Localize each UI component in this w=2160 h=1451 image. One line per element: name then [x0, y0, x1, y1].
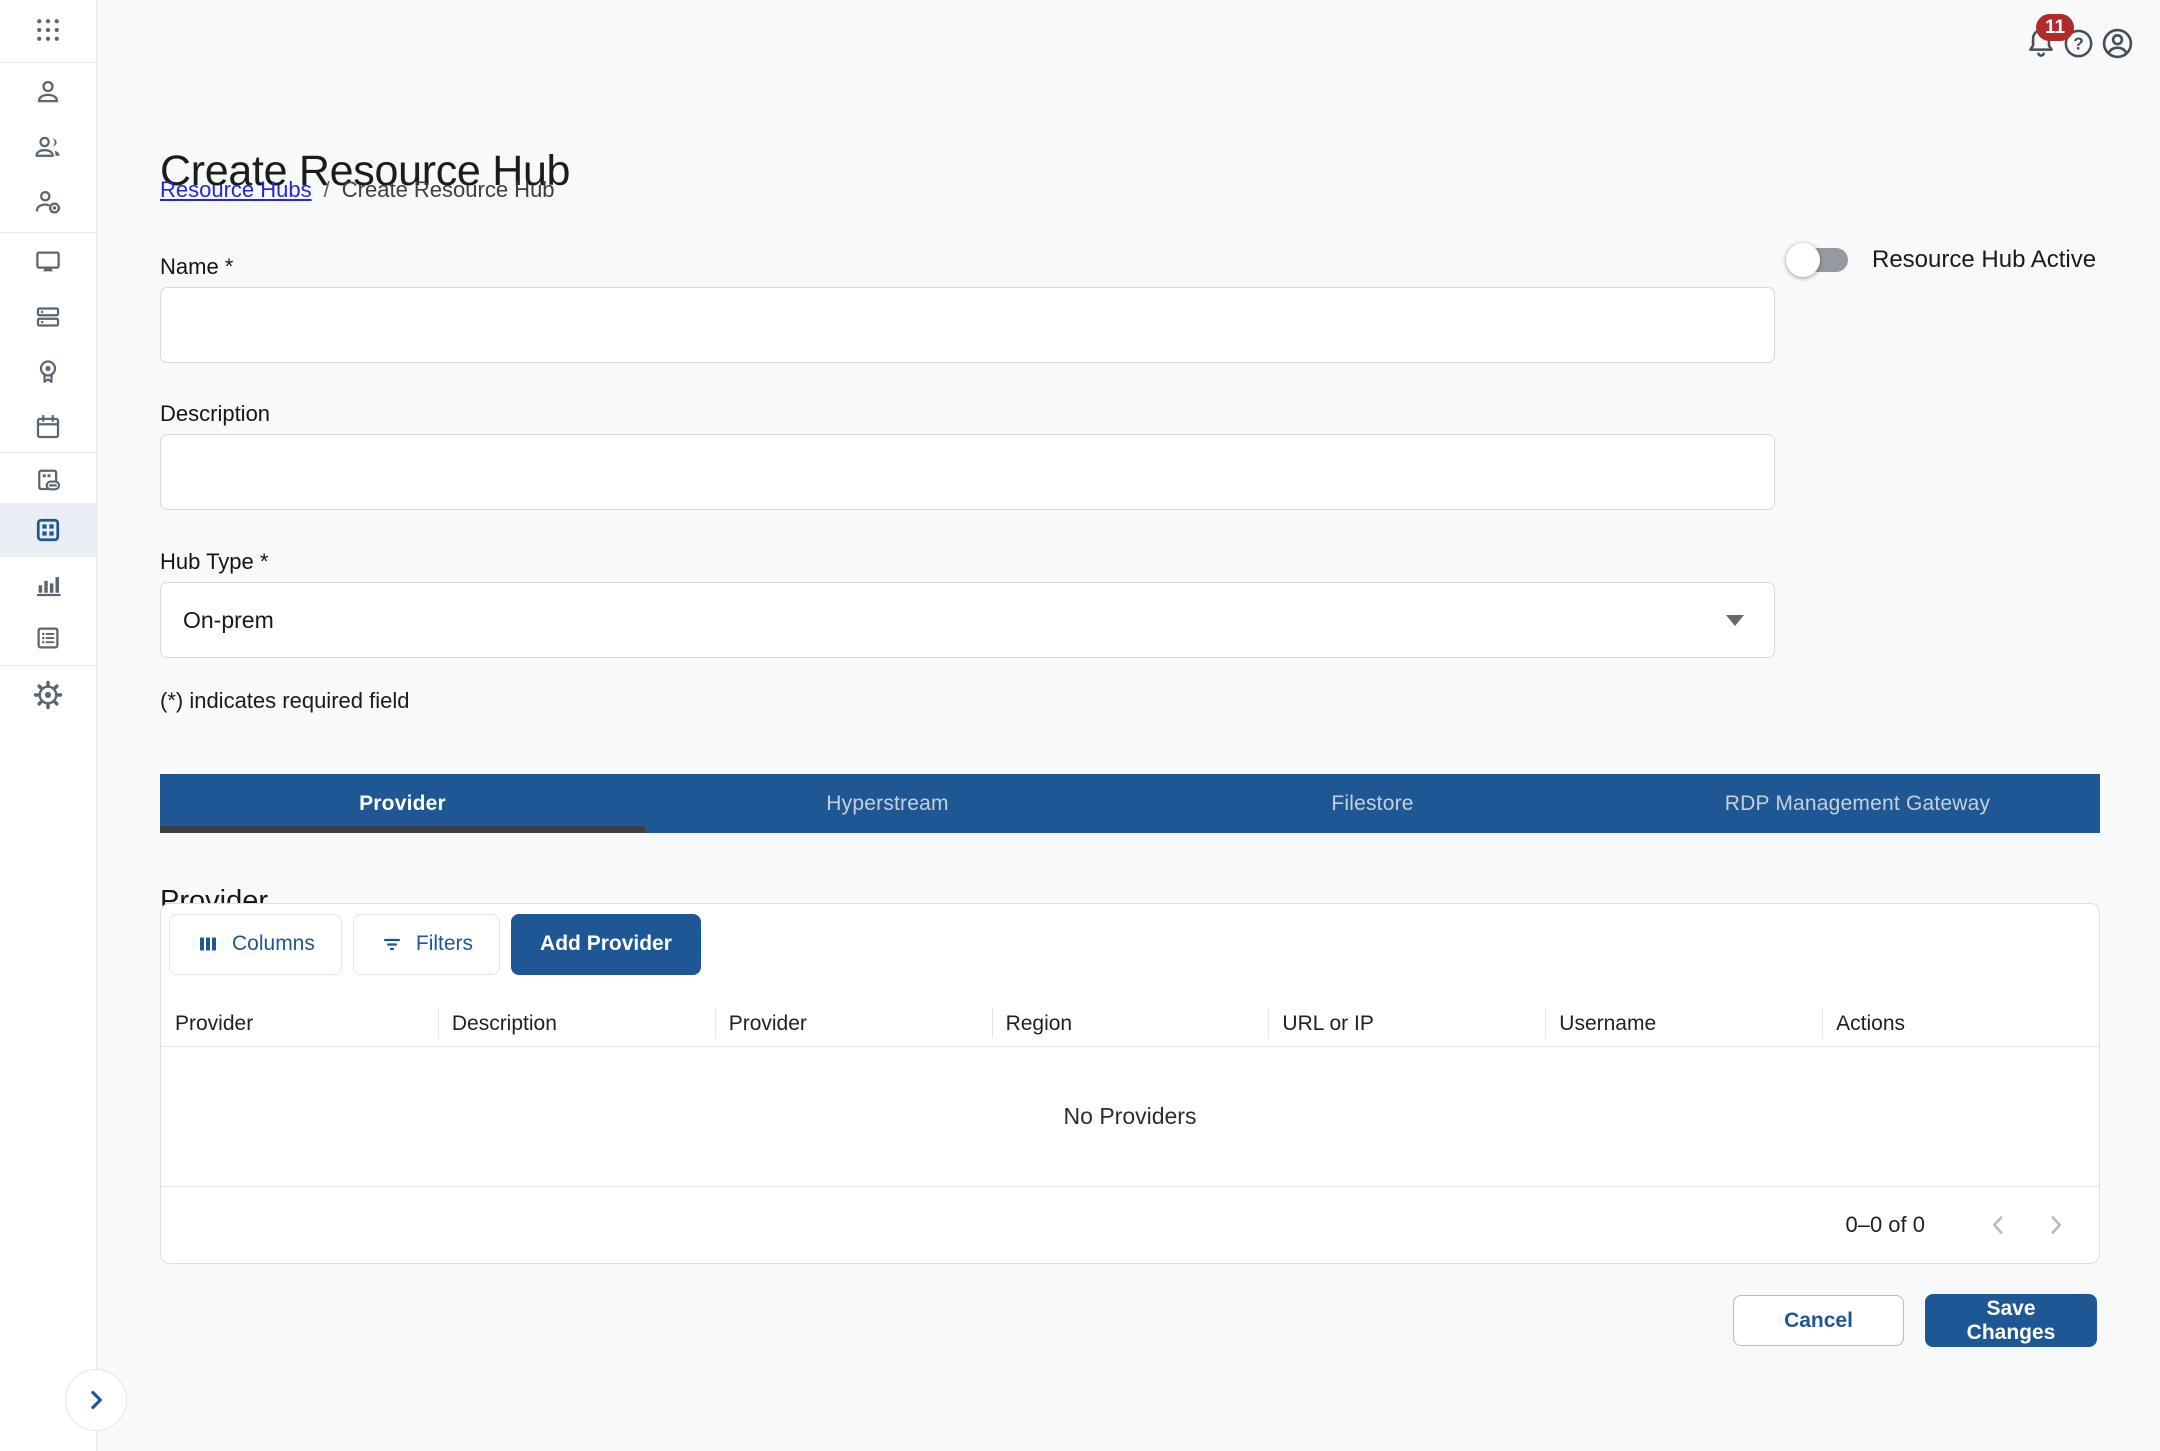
server-icon	[33, 302, 63, 332]
table-pagination: 0–0 of 0	[161, 1186, 2099, 1263]
pagination-next-button[interactable]	[2037, 1206, 2075, 1244]
notification-badge: 11	[2036, 14, 2074, 41]
description-label: Description	[160, 401, 270, 427]
required-field-note: (*) indicates required field	[160, 688, 409, 714]
chevron-right-icon	[81, 1385, 111, 1415]
breadcrumb-link-resource-hubs[interactable]: Resource Hubs	[160, 177, 312, 203]
sidebar-item-desktops[interactable]	[0, 235, 96, 289]
sidebar-item-logs[interactable]	[0, 611, 96, 665]
column-header-description[interactable]: Description	[438, 1001, 715, 1046]
table-empty-state: No Providers	[161, 1047, 2099, 1186]
column-header-region[interactable]: Region	[992, 1001, 1269, 1046]
sidebar-item-user-roles[interactable]	[0, 175, 96, 229]
table-header-row: Provider Description Provider Region URL…	[161, 1001, 2099, 1047]
apps-grid-icon	[33, 15, 63, 45]
column-header-actions[interactable]: Actions	[1822, 1001, 2099, 1046]
column-header-url-or-ip[interactable]: URL or IP	[1268, 1001, 1545, 1046]
sidebar-item-users[interactable]	[0, 120, 96, 174]
hub-tabs: Provider Hyperstream Filestore RDP Manag…	[160, 774, 2100, 833]
hub-type-label: Hub Type *	[160, 549, 268, 575]
columns-icon	[196, 932, 220, 956]
sidebar-item-certificates[interactable]	[0, 345, 96, 399]
filter-icon	[380, 932, 404, 956]
name-input[interactable]	[160, 287, 1775, 363]
grid-view-icon	[33, 515, 63, 545]
gear-icon	[32, 679, 64, 711]
description-input[interactable]	[160, 434, 1775, 510]
filters-button-label: Filters	[416, 932, 473, 956]
sidebar-item-resource-hubs[interactable]	[0, 503, 96, 557]
cancel-button[interactable]: Cancel	[1733, 1295, 1904, 1346]
filters-button[interactable]: Filters	[353, 914, 500, 975]
table-toolbar: Columns Filters Add Provider	[169, 913, 701, 975]
tab-hyperstream[interactable]: Hyperstream	[645, 774, 1130, 833]
sidebar-item-settings[interactable]	[0, 668, 96, 722]
add-provider-button[interactable]: Add Provider	[511, 914, 701, 975]
toggle-thumb	[1786, 243, 1820, 277]
column-header-provider[interactable]: Provider	[161, 1001, 438, 1046]
resource-hub-active-toggle[interactable]: Resource Hub Active	[1786, 246, 2096, 274]
account-icon	[2100, 26, 2135, 61]
sidebar-divider	[0, 452, 96, 453]
hub-type-select[interactable]: On-prem	[160, 582, 1775, 658]
chevron-down-icon	[1726, 615, 1744, 626]
people-icon	[33, 132, 63, 162]
svg-text:?: ?	[2073, 34, 2084, 54]
account-button[interactable]	[2100, 26, 2135, 61]
monitor-icon	[33, 247, 63, 277]
provider-panel: Columns Filters Add Provider Provider De…	[160, 903, 2100, 1264]
sidebar-item-reports[interactable]	[0, 557, 96, 611]
breadcrumb-separator: /	[324, 177, 330, 203]
tab-rdp-management-gateway[interactable]: RDP Management Gateway	[1615, 774, 2100, 833]
badge-icon	[33, 357, 63, 387]
columns-button[interactable]: Columns	[169, 914, 342, 975]
chevron-right-icon	[2041, 1210, 2071, 1240]
sidebar-item-apps[interactable]	[0, 3, 96, 57]
toggle-label: Resource Hub Active	[1872, 246, 2096, 274]
sidebar-item-linked-resources[interactable]	[0, 454, 96, 508]
sidebar-expand-button[interactable]	[65, 1369, 127, 1431]
sidebar-divider	[0, 665, 96, 666]
sidebar	[0, 0, 97, 1451]
sidebar-divider	[0, 232, 96, 233]
pagination-range-label: 0–0 of 0	[1845, 1212, 1925, 1238]
chevron-left-icon	[1983, 1210, 2013, 1240]
sidebar-divider	[0, 62, 96, 63]
sidebar-item-servers[interactable]	[0, 290, 96, 344]
tab-provider[interactable]: Provider	[160, 774, 645, 833]
breadcrumb: Resource Hubs / Create Resource Hub	[160, 177, 555, 203]
pagination-prev-button[interactable]	[1979, 1206, 2017, 1244]
person-gear-icon	[33, 187, 63, 217]
toggle-track	[1792, 248, 1848, 272]
tab-filestore[interactable]: Filestore	[1130, 774, 1615, 833]
sidebar-item-user[interactable]	[0, 65, 96, 119]
name-label: Name *	[160, 254, 233, 280]
breadcrumb-current: Create Resource Hub	[342, 177, 555, 203]
bar-chart-icon	[33, 569, 63, 599]
columns-button-label: Columns	[232, 932, 315, 956]
list-card-icon	[33, 623, 63, 653]
person-icon	[33, 77, 63, 107]
column-header-username[interactable]: Username	[1545, 1001, 1822, 1046]
calendar-icon	[33, 412, 63, 442]
linked-card-icon	[33, 466, 63, 496]
save-changes-button[interactable]: Save Changes	[1925, 1294, 2097, 1347]
sidebar-item-schedule[interactable]	[0, 400, 96, 454]
column-header-provider-2[interactable]: Provider	[715, 1001, 992, 1046]
hub-type-value: On-prem	[183, 607, 274, 634]
